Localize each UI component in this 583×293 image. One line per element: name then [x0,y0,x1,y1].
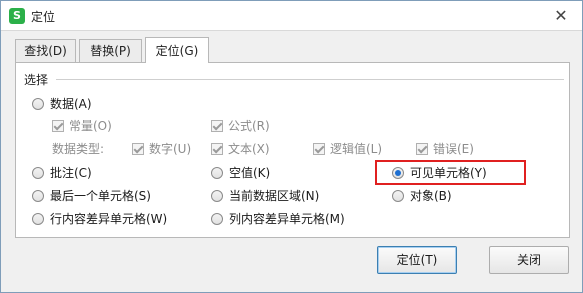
checkbox-box[interactable] [416,143,428,155]
annotation-highlight-box [375,160,526,185]
radio-circle[interactable] [211,190,223,202]
close-button[interactable]: 关闭 [489,246,569,274]
radio-current-region-label: 当前数据区域(N) [229,189,320,203]
radio-last-cell[interactable]: 最后一个单元格(S) [32,187,151,205]
radio-circle[interactable] [32,190,44,202]
radio-row-diff[interactable]: 行内容差异单元格(W) [32,210,167,228]
checkbox-number[interactable]: 数字(U) [132,140,191,158]
goto-dialog: S 定位 ✕ 查找(D) 替换(P) 定位(G) 选择 数据(A) 常量(O) … [0,0,583,293]
radio-data[interactable]: 数据(A) [32,95,92,113]
radio-circle[interactable] [32,213,44,225]
checkbox-box[interactable] [52,120,64,132]
checkbox-formula[interactable]: 公式(R) [211,117,270,135]
radio-comments[interactable]: 批注(C) [32,164,92,182]
radio-col-diff[interactable]: 列内容差异单元格(M) [211,210,345,228]
radio-circle[interactable] [392,190,404,202]
checkbox-box[interactable] [132,143,144,155]
goto-panel: 选择 数据(A) 常量(O) 公式(R) 数据类型: 数字(U) 文本(X) 逻… [15,62,570,238]
checkbox-formula-label: 公式(R) [228,119,270,133]
radio-objects-label: 对象(B) [410,189,452,203]
radio-objects[interactable]: 对象(B) [392,187,452,205]
radio-col-diff-label: 列内容差异单元格(M) [229,212,345,226]
data-type-label: 数据类型: [52,142,105,156]
checkbox-logical-label: 逻辑值(L) [330,142,383,156]
checkbox-error-label: 错误(E) [433,142,474,156]
radio-circle[interactable] [211,167,223,179]
radio-circle[interactable] [32,167,44,179]
tab-replace[interactable]: 替换(P) [79,39,142,63]
wps-spreadsheet-icon: S [9,8,25,24]
select-group-label: 选择 [24,73,49,87]
radio-current-region[interactable]: 当前数据区域(N) [211,187,319,205]
goto-button[interactable]: 定位(T) [377,246,457,274]
group-divider [56,79,564,80]
radio-blanks[interactable]: 空值(K) [211,164,270,182]
checkbox-error[interactable]: 错误(E) [416,140,474,158]
tab-goto[interactable]: 定位(G) [145,37,209,63]
checkbox-box[interactable] [211,120,223,132]
dialog-title: 定位 [31,10,56,24]
tab-find[interactable]: 查找(D) [15,39,76,63]
checkbox-box[interactable] [313,143,325,155]
checkbox-logical[interactable]: 逻辑值(L) [313,140,382,158]
checkbox-text[interactable]: 文本(X) [211,140,270,158]
radio-circle[interactable] [211,213,223,225]
radio-comments-label: 批注(C) [50,166,92,180]
checkbox-constant-label: 常量(O) [69,119,112,133]
radio-last-cell-label: 最后一个单元格(S) [50,189,151,203]
checkbox-constant[interactable]: 常量(O) [52,117,112,135]
checkbox-number-label: 数字(U) [149,142,192,156]
checkbox-box[interactable] [211,143,223,155]
close-icon[interactable]: ✕ [546,5,576,27]
checkbox-text-label: 文本(X) [228,142,270,156]
radio-data-label: 数据(A) [50,97,92,111]
radio-blanks-label: 空值(K) [229,166,271,180]
title-bar: S 定位 ✕ [1,1,582,31]
radio-circle[interactable] [32,98,44,110]
radio-row-diff-label: 行内容差异单元格(W) [50,212,168,226]
